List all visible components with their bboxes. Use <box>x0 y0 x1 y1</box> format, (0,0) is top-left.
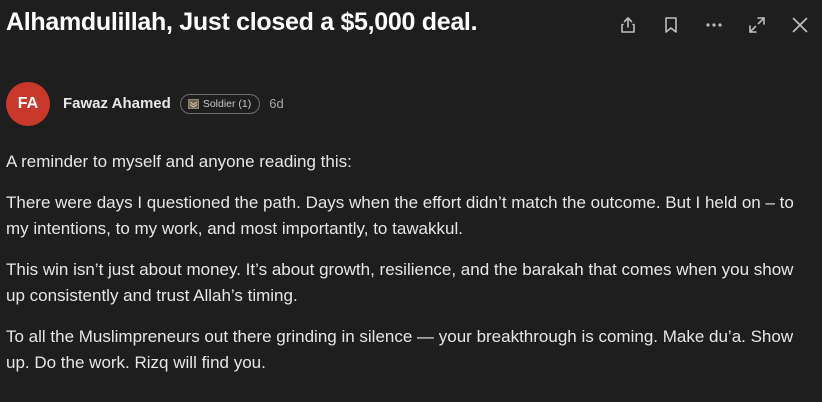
share-button[interactable] <box>613 10 642 39</box>
post-time: 6d <box>269 96 284 111</box>
author-avatar[interactable]: FA <box>6 81 50 126</box>
post-toolbar <box>599 10 814 39</box>
paragraph: There were days I questioned the path. D… <box>6 193 794 238</box>
badge-label: Soldier (1) <box>202 97 252 110</box>
close-icon <box>792 17 807 32</box>
paragraph: This win isn’t just about money. It’s ab… <box>6 260 794 305</box>
author-name[interactable]: Fawaz Ahamed <box>63 95 171 112</box>
more-options-button[interactable] <box>699 10 728 39</box>
avatar-initials: FA <box>17 94 39 112</box>
soldier-badge-icon <box>187 98 199 109</box>
expand-icon <box>748 16 765 33</box>
more-icon <box>705 22 722 27</box>
post-meta: FA Fawaz Ahamed Soldier (1) 6d <box>6 81 284 126</box>
paragraph: To all the Muslimpreneurs out there grin… <box>6 327 794 372</box>
paragraph: A reminder to myself and anyone reading … <box>6 152 352 171</box>
post-body: A reminder to myself and anyone reading … <box>6 149 806 391</box>
close-button[interactable] <box>785 10 814 39</box>
expand-button[interactable] <box>742 10 771 39</box>
post-title: Alhamdulillah, Just closed a $5,000 deal… <box>6 8 478 36</box>
rank-badge: Soldier (1) <box>179 93 261 114</box>
bookmark-icon <box>664 16 677 33</box>
bookmark-button[interactable] <box>656 10 685 39</box>
share-icon <box>620 16 635 33</box>
